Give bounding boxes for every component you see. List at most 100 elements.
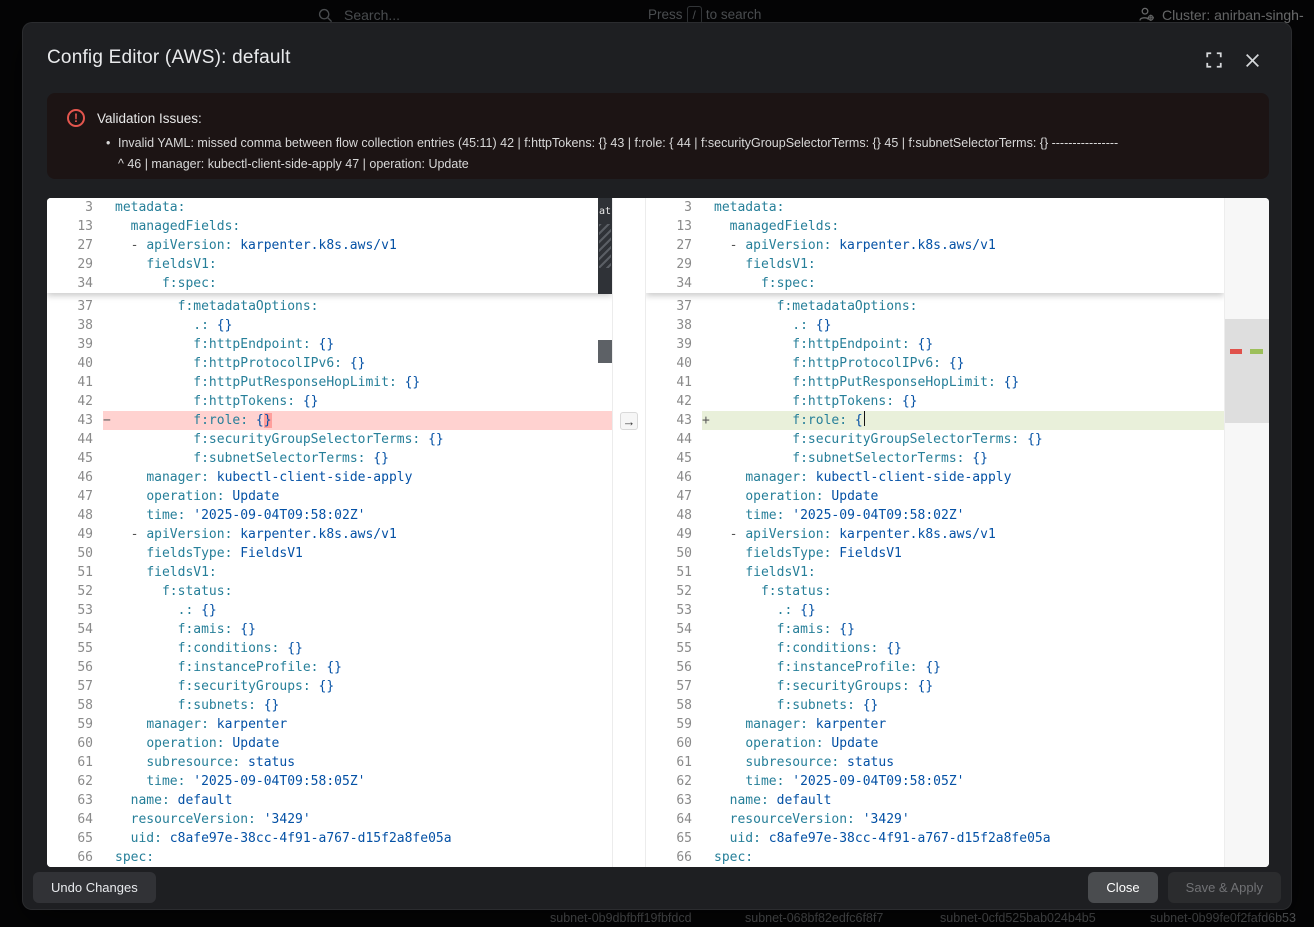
code-line-51[interactable]: 51 fieldsV1:	[646, 563, 1224, 582]
code-line-53[interactable]: 53 .: {}	[47, 601, 612, 620]
code-line-38[interactable]: 38 .: {}	[646, 316, 1224, 335]
code-line-66[interactable]: 66spec:	[47, 848, 612, 867]
code-line-47[interactable]: 47 operation: Update	[646, 487, 1224, 506]
code-token: {}	[342, 356, 365, 371]
code-line-59[interactable]: 59 manager: karpenter	[646, 715, 1224, 734]
code-line-34[interactable]: 34 f:spec:	[47, 274, 612, 293]
code-line-50[interactable]: 50 fieldsType: FieldsV1	[646, 544, 1224, 563]
diff-sign	[103, 468, 115, 487]
diff-sign	[702, 236, 714, 255]
fullscreen-button[interactable]	[1203, 49, 1225, 71]
code-line-46[interactable]: 46 manager: kubectl-client-side-apply	[646, 468, 1224, 487]
code-line-45[interactable]: 45 f:subnetSelectorTerms: {}	[47, 449, 612, 468]
code-line-40[interactable]: 40 f:httpProtocolIPv6: {}	[47, 354, 612, 373]
code-line-62[interactable]: 62 time: '2025-09-04T09:58:05Z'	[47, 772, 612, 791]
line-content: resourceVersion: '3429'	[103, 810, 612, 829]
code-line-34[interactable]: 34 f:spec:	[646, 274, 1224, 293]
close-button[interactable]: Close	[1088, 872, 1157, 903]
code-line-59[interactable]: 59 manager: karpenter	[47, 715, 612, 734]
code-line-61[interactable]: 61 subresource: status	[646, 753, 1224, 772]
code-line-39[interactable]: 39 f:httpEndpoint: {}	[646, 335, 1224, 354]
code-line-64[interactable]: 64 resourceVersion: '3429'	[47, 810, 612, 829]
code-line-29[interactable]: 29 fieldsV1:	[646, 255, 1224, 274]
code-line-55[interactable]: 55 f:conditions: {}	[646, 639, 1224, 658]
code-line-58[interactable]: 58 f:subnets: {}	[646, 696, 1224, 715]
code-line-48[interactable]: 48 time: '2025-09-04T09:58:02Z'	[47, 506, 612, 525]
code-line-41[interactable]: 41 f:httpPutResponseHopLimit: {}	[47, 373, 612, 392]
undo-changes-button[interactable]: Undo Changes	[33, 872, 156, 903]
line-number: 56	[47, 658, 103, 677]
code-line-42[interactable]: 42 f:httpTokens: {}	[47, 392, 612, 411]
code-line-49[interactable]: 49 - apiVersion: karpenter.k8s.aws/v1	[47, 525, 612, 544]
code-token: -	[131, 527, 147, 542]
sticky-context-modified[interactable]: 3metadata:13 managedFields:27 - apiVersi…	[646, 198, 1224, 293]
code-line-29[interactable]: 29 fieldsV1:	[47, 255, 612, 274]
code-line-63[interactable]: 63 name: default	[47, 791, 612, 810]
line-number: 59	[646, 715, 702, 734]
code-line-50[interactable]: 50 fieldsType: FieldsV1	[47, 544, 612, 563]
code-line-54[interactable]: 54 f:amis: {}	[646, 620, 1224, 639]
code-line-55[interactable]: 55 f:conditions: {}	[47, 639, 612, 658]
save-apply-button[interactable]: Save & Apply	[1168, 872, 1281, 903]
code-line-43[interactable]: 43+ f:role: {	[646, 411, 1224, 430]
left-scrollbar-slider[interactable]	[598, 340, 612, 363]
code-text: .: {}	[714, 601, 816, 620]
diff-sign	[103, 639, 115, 658]
code-line-56[interactable]: 56 f:instanceProfile: {}	[47, 658, 612, 677]
close-icon-button[interactable]	[1241, 49, 1263, 71]
code-line-46[interactable]: 46 manager: kubectl-client-side-apply	[47, 468, 612, 487]
code-line-27[interactable]: 27 - apiVersion: karpenter.k8s.aws/v1	[47, 236, 612, 255]
code-line-65[interactable]: 65 uid: c8afe97e-38cc-4f91-a767-d15f2a8f…	[47, 829, 612, 848]
line-number: 62	[47, 772, 103, 791]
code-line-54[interactable]: 54 f:amis: {}	[47, 620, 612, 639]
error-icon: !	[67, 109, 85, 127]
viewport-indicator[interactable]	[1225, 319, 1269, 423]
code-line-57[interactable]: 57 f:securityGroups: {}	[47, 677, 612, 696]
code-line-49[interactable]: 49 - apiVersion: karpenter.k8s.aws/v1	[646, 525, 1224, 544]
code-line-52[interactable]: 52 f:status:	[646, 582, 1224, 601]
code-line-13[interactable]: 13 managedFields:	[646, 217, 1224, 236]
code-line-27[interactable]: 27 - apiVersion: karpenter.k8s.aws/v1	[646, 236, 1224, 255]
code-line-62[interactable]: 62 time: '2025-09-04T09:58:05Z'	[646, 772, 1224, 791]
code-line-42[interactable]: 42 f:httpTokens: {}	[646, 392, 1224, 411]
code-line-61[interactable]: 61 subresource: status	[47, 753, 612, 772]
code-line-39[interactable]: 39 f:httpEndpoint: {}	[47, 335, 612, 354]
code-line-52[interactable]: 52 f:status:	[47, 582, 612, 601]
code-line-48[interactable]: 48 time: '2025-09-04T09:58:02Z'	[646, 506, 1224, 525]
code-line-47[interactable]: 47 operation: Update	[47, 487, 612, 506]
code-line-38[interactable]: 38 .: {}	[47, 316, 612, 335]
code-line-53[interactable]: 53 .: {}	[646, 601, 1224, 620]
code-line-43[interactable]: 43− f:role: {}	[47, 411, 612, 430]
overview-ruler[interactable]	[1224, 198, 1269, 867]
code-line-64[interactable]: 64 resourceVersion: '3429'	[646, 810, 1224, 829]
code-line-37[interactable]: 37 f:metadataOptions:	[646, 297, 1224, 316]
code-token	[115, 546, 146, 561]
line-content: manager: karpenter	[103, 715, 612, 734]
line-number: 48	[646, 506, 702, 525]
code-line-40[interactable]: 40 f:httpProtocolIPv6: {}	[646, 354, 1224, 373]
code-line-57[interactable]: 57 f:securityGroups: {}	[646, 677, 1224, 696]
revert-change-button[interactable]: →	[620, 412, 638, 430]
code-line-45[interactable]: 45 f:subnetSelectorTerms: {}	[646, 449, 1224, 468]
code-line-44[interactable]: 44 f:securityGroupSelectorTerms: {}	[47, 430, 612, 449]
collapsed-region-widget[interactable]: at	[598, 198, 612, 294]
code-line-37[interactable]: 37 f:metadataOptions:	[47, 297, 612, 316]
line-number: 44	[646, 430, 702, 449]
code-line-63[interactable]: 63 name: default	[646, 791, 1224, 810]
code-token: f:conditions:	[777, 641, 879, 656]
code-line-60[interactable]: 60 operation: Update	[47, 734, 612, 753]
code-line-3[interactable]: 3metadata:	[646, 198, 1224, 217]
code-line-60[interactable]: 60 operation: Update	[646, 734, 1224, 753]
code-line-58[interactable]: 58 f:subnets: {}	[47, 696, 612, 715]
code-line-3[interactable]: 3metadata:	[47, 198, 612, 217]
code-line-13[interactable]: 13 managedFields:	[47, 217, 612, 236]
sticky-context-original[interactable]: 3metadata:13 managedFields:27 - apiVersi…	[47, 198, 612, 293]
code-line-41[interactable]: 41 f:httpPutResponseHopLimit: {}	[646, 373, 1224, 392]
code-token: f:httpEndpoint:	[792, 337, 909, 352]
code-line-56[interactable]: 56 f:instanceProfile: {}	[646, 658, 1224, 677]
code-line-66[interactable]: 66spec:	[646, 848, 1224, 867]
code-line-65[interactable]: 65 uid: c8afe97e-38cc-4f91-a767-d15f2a8f…	[646, 829, 1224, 848]
code-line-44[interactable]: 44 f:securityGroupSelectorTerms: {}	[646, 430, 1224, 449]
code-token	[714, 660, 777, 675]
code-line-51[interactable]: 51 fieldsV1:	[47, 563, 612, 582]
